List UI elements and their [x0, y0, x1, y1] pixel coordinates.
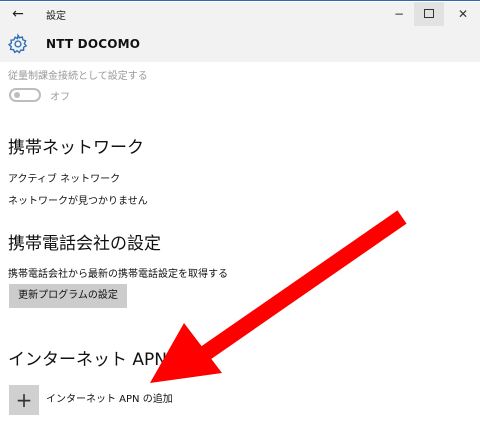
toggle-knob — [14, 92, 20, 98]
close-icon: ✕ — [457, 7, 469, 21]
network-status: ネットワークが見つかりません — [8, 196, 148, 207]
active-network-label: アクティブ ネットワーク — [8, 174, 121, 185]
maximize-button[interactable] — [414, 2, 444, 26]
page-title: NTT DOCOMO — [46, 37, 141, 51]
page-header: NTT DOCOMO — [0, 26, 480, 62]
toggle-state-label: オフ — [50, 92, 70, 103]
mobile-network-heading: 携帯ネットワーク — [8, 138, 144, 158]
carrier-settings-description: 携帯電話会社から最新の携帯電話設定を取得する — [8, 269, 228, 280]
carrier-settings-heading: 携帯電話会社の設定 — [8, 234, 161, 254]
gear-icon — [7, 33, 28, 54]
close-button[interactable]: ✕ — [448, 2, 478, 26]
internet-apn-heading: インターネット APN — [8, 350, 168, 370]
arrow-left-icon: ← — [12, 6, 24, 22]
metered-connection-toggle[interactable] — [9, 88, 41, 102]
window-title: 設定 — [46, 11, 66, 22]
add-apn-button[interactable]: + — [9, 385, 39, 415]
plus-icon: + — [15, 388, 33, 412]
settings-window: ← 設定 − ✕ NTT DOCOMO 従量制課金接続として設定する オフ 携帯… — [0, 0, 480, 440]
update-settings-button[interactable]: 更新プログラムの設定 — [9, 284, 127, 308]
maximize-icon — [424, 9, 434, 18]
metered-connection-label: 従量制課金接続として設定する — [8, 71, 148, 82]
back-button[interactable]: ← — [8, 4, 28, 24]
minimize-icon: − — [393, 7, 405, 21]
title-bar: ← 設定 − ✕ — [0, 2, 480, 26]
minimize-button[interactable]: − — [384, 2, 414, 26]
add-apn-label[interactable]: インターネット APN の追加 — [46, 390, 173, 405]
